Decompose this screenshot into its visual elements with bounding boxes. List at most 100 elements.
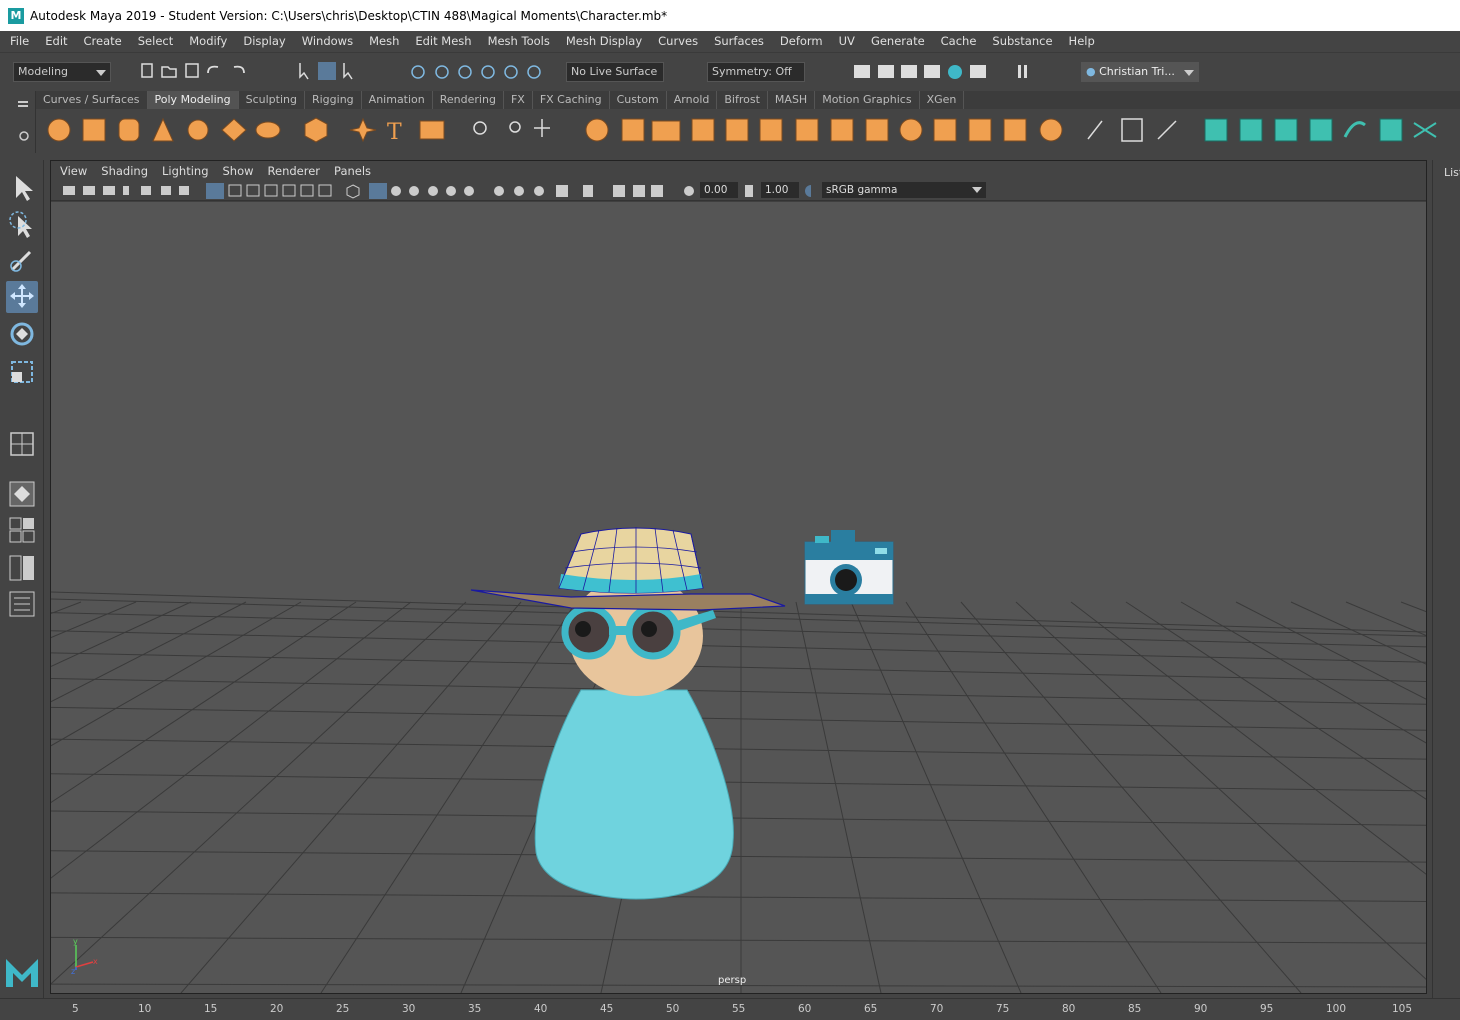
poly-cone-icon: [152, 117, 174, 142]
render-settings-icon: [924, 65, 940, 78]
menu-select[interactable]: Select: [130, 34, 181, 48]
frame-tick: 70: [930, 1003, 944, 1015]
panel-menu-panels[interactable]: Panels: [327, 164, 378, 178]
anti-aliasing-icon: [534, 186, 544, 196]
hud-icon: [651, 185, 663, 197]
combine-icon: [473, 121, 487, 135]
scene-view[interactable]: y x z: [51, 202, 1426, 993]
color-space-dropdown[interactable]: sRGB gamma: [822, 182, 986, 198]
user-icon: ●: [1086, 65, 1096, 78]
camera-label: persp: [718, 975, 747, 986]
camera-prop-model[interactable]: [804, 530, 894, 605]
menu-uv[interactable]: UV: [831, 34, 863, 48]
two-view-layout-icon[interactable]: [6, 552, 38, 584]
panel-menu-shading[interactable]: Shading: [94, 164, 155, 178]
checker-icon: [1379, 118, 1403, 142]
target-weld-icon: [1121, 118, 1143, 142]
character-model[interactable]: [470, 527, 786, 900]
menu-cache[interactable]: Cache: [933, 34, 985, 48]
resolution-gate-icon: [246, 184, 260, 197]
gamma-icon: [745, 185, 753, 197]
shelf-tab-custom[interactable]: Custom: [610, 91, 667, 109]
wireframe-icon: [346, 184, 360, 199]
menu-create[interactable]: Create: [76, 34, 130, 48]
scale-tool-icon[interactable]: [6, 356, 38, 388]
single-perspective-layout-icon[interactable]: [6, 478, 38, 510]
bookmarks-icon: [103, 186, 115, 195]
menu-mesh-tools[interactable]: Mesh Tools: [480, 34, 558, 48]
frame-tick: 5: [72, 1003, 79, 1015]
menu-curves[interactable]: Curves: [650, 34, 706, 48]
menu-mesh[interactable]: Mesh: [361, 34, 407, 48]
frame-tick: 80: [1062, 1003, 1076, 1015]
lasso-tool-icon[interactable]: [6, 208, 38, 240]
shelf-icons[interactable]: T: [36, 109, 1460, 153]
poly-cube-icon: [82, 118, 106, 142]
move-tool-icon: [10, 284, 34, 308]
shelf-tab-motion-graphics[interactable]: Motion Graphics: [815, 91, 920, 109]
paint-select-tool-icon[interactable]: [6, 244, 38, 276]
symmetry-field[interactable]: Symmetry: Off: [707, 62, 805, 82]
channel-box-strip[interactable]: List: [1432, 160, 1460, 998]
save-scene-icon: [185, 63, 199, 78]
menu-display[interactable]: Display: [235, 34, 293, 48]
menu-surfaces[interactable]: Surfaces: [706, 34, 772, 48]
time-slider[interactable]: 5 10 15 20 25 30 35 40 45 50 55 60 65 70 75 80 85 90 95 100…: [0, 998, 1460, 1020]
shelf-tab-rendering[interactable]: Rendering: [433, 91, 504, 109]
menu-edit[interactable]: Edit: [37, 34, 75, 48]
panel-menu-show[interactable]: Show: [216, 164, 261, 178]
outliner-layout-icon[interactable]: [6, 588, 38, 620]
panel-toolbar-icons[interactable]: [51, 181, 811, 201]
menu-modify[interactable]: Modify: [181, 34, 235, 48]
svg-icon: [419, 120, 445, 140]
shelf-tab-animation[interactable]: Animation: [362, 91, 433, 109]
four-view-layout-icon[interactable]: [6, 514, 38, 546]
tool-box: [0, 160, 44, 998]
shelf-tab-curves-surfaces[interactable]: Curves / Surfaces: [36, 91, 148, 109]
quad-draw-icon: [1087, 120, 1103, 140]
rotate-tool-icon[interactable]: [6, 318, 38, 350]
menu-deform[interactable]: Deform: [772, 34, 831, 48]
open-scene-icon: [161, 66, 177, 78]
cylindrical-map-icon: [1274, 118, 1298, 142]
panel-menu-renderer[interactable]: Renderer: [261, 164, 328, 178]
panel-menu-view[interactable]: View: [53, 164, 94, 178]
grease-pencil-icon: [161, 186, 171, 195]
menu-substance[interactable]: Substance: [984, 34, 1060, 48]
menu-generate[interactable]: Generate: [863, 34, 933, 48]
select-tool-icon[interactable]: [6, 172, 38, 204]
maya-logo-icon: M: [8, 7, 24, 24]
menu-help[interactable]: Help: [1061, 34, 1103, 48]
menu-file[interactable]: File: [2, 34, 37, 48]
shelf-tab-fx-caching[interactable]: FX Caching: [533, 91, 610, 109]
motion-blur-icon: [514, 186, 524, 196]
live-surface-field[interactable]: No Live Surface: [566, 62, 664, 82]
shelf-tab-sculpting[interactable]: Sculpting: [239, 91, 305, 109]
frame-tick: 75: [996, 1003, 1010, 1015]
shelf-tab-rigging[interactable]: Rigging: [305, 91, 362, 109]
shelf-tab-mash[interactable]: MASH: [768, 91, 816, 109]
shelf-tab-xgen[interactable]: XGen: [920, 91, 965, 109]
frame-tick: 50: [666, 1003, 680, 1015]
shelf-tab-arnold[interactable]: Arnold: [667, 91, 718, 109]
platonic-solid-icon: [304, 117, 328, 143]
user-account-button[interactable]: ● Christian Tri...: [1081, 62, 1199, 82]
poly-sphere-icon: [47, 118, 71, 142]
perspective-viewport[interactable]: y x z persp: [51, 202, 1426, 993]
menu-mesh-display[interactable]: Mesh Display: [558, 34, 650, 48]
poly-torus-icon: [187, 119, 209, 141]
shelf-tab-bifrost[interactable]: Bifrost: [717, 91, 768, 109]
pause-icon: [1018, 65, 1021, 78]
select-component-icon: [343, 63, 353, 80]
gamma-field[interactable]: 1.00: [761, 182, 799, 198]
fill-hole-icon: [759, 118, 783, 142]
exposure-field[interactable]: 0.00: [700, 182, 738, 198]
move-tool-button[interactable]: [6, 281, 38, 313]
menu-edit-mesh[interactable]: Edit Mesh: [407, 34, 479, 48]
menu-windows[interactable]: Windows: [294, 34, 361, 48]
shelf-tab-poly-modeling[interactable]: Poly Modeling: [147, 91, 239, 109]
shelf-menu-icon[interactable]: [0, 91, 36, 153]
panel-menu-lighting[interactable]: Lighting: [155, 164, 215, 178]
last-tool-icon[interactable]: [6, 428, 38, 460]
shelf-tab-fx[interactable]: FX: [504, 91, 533, 109]
